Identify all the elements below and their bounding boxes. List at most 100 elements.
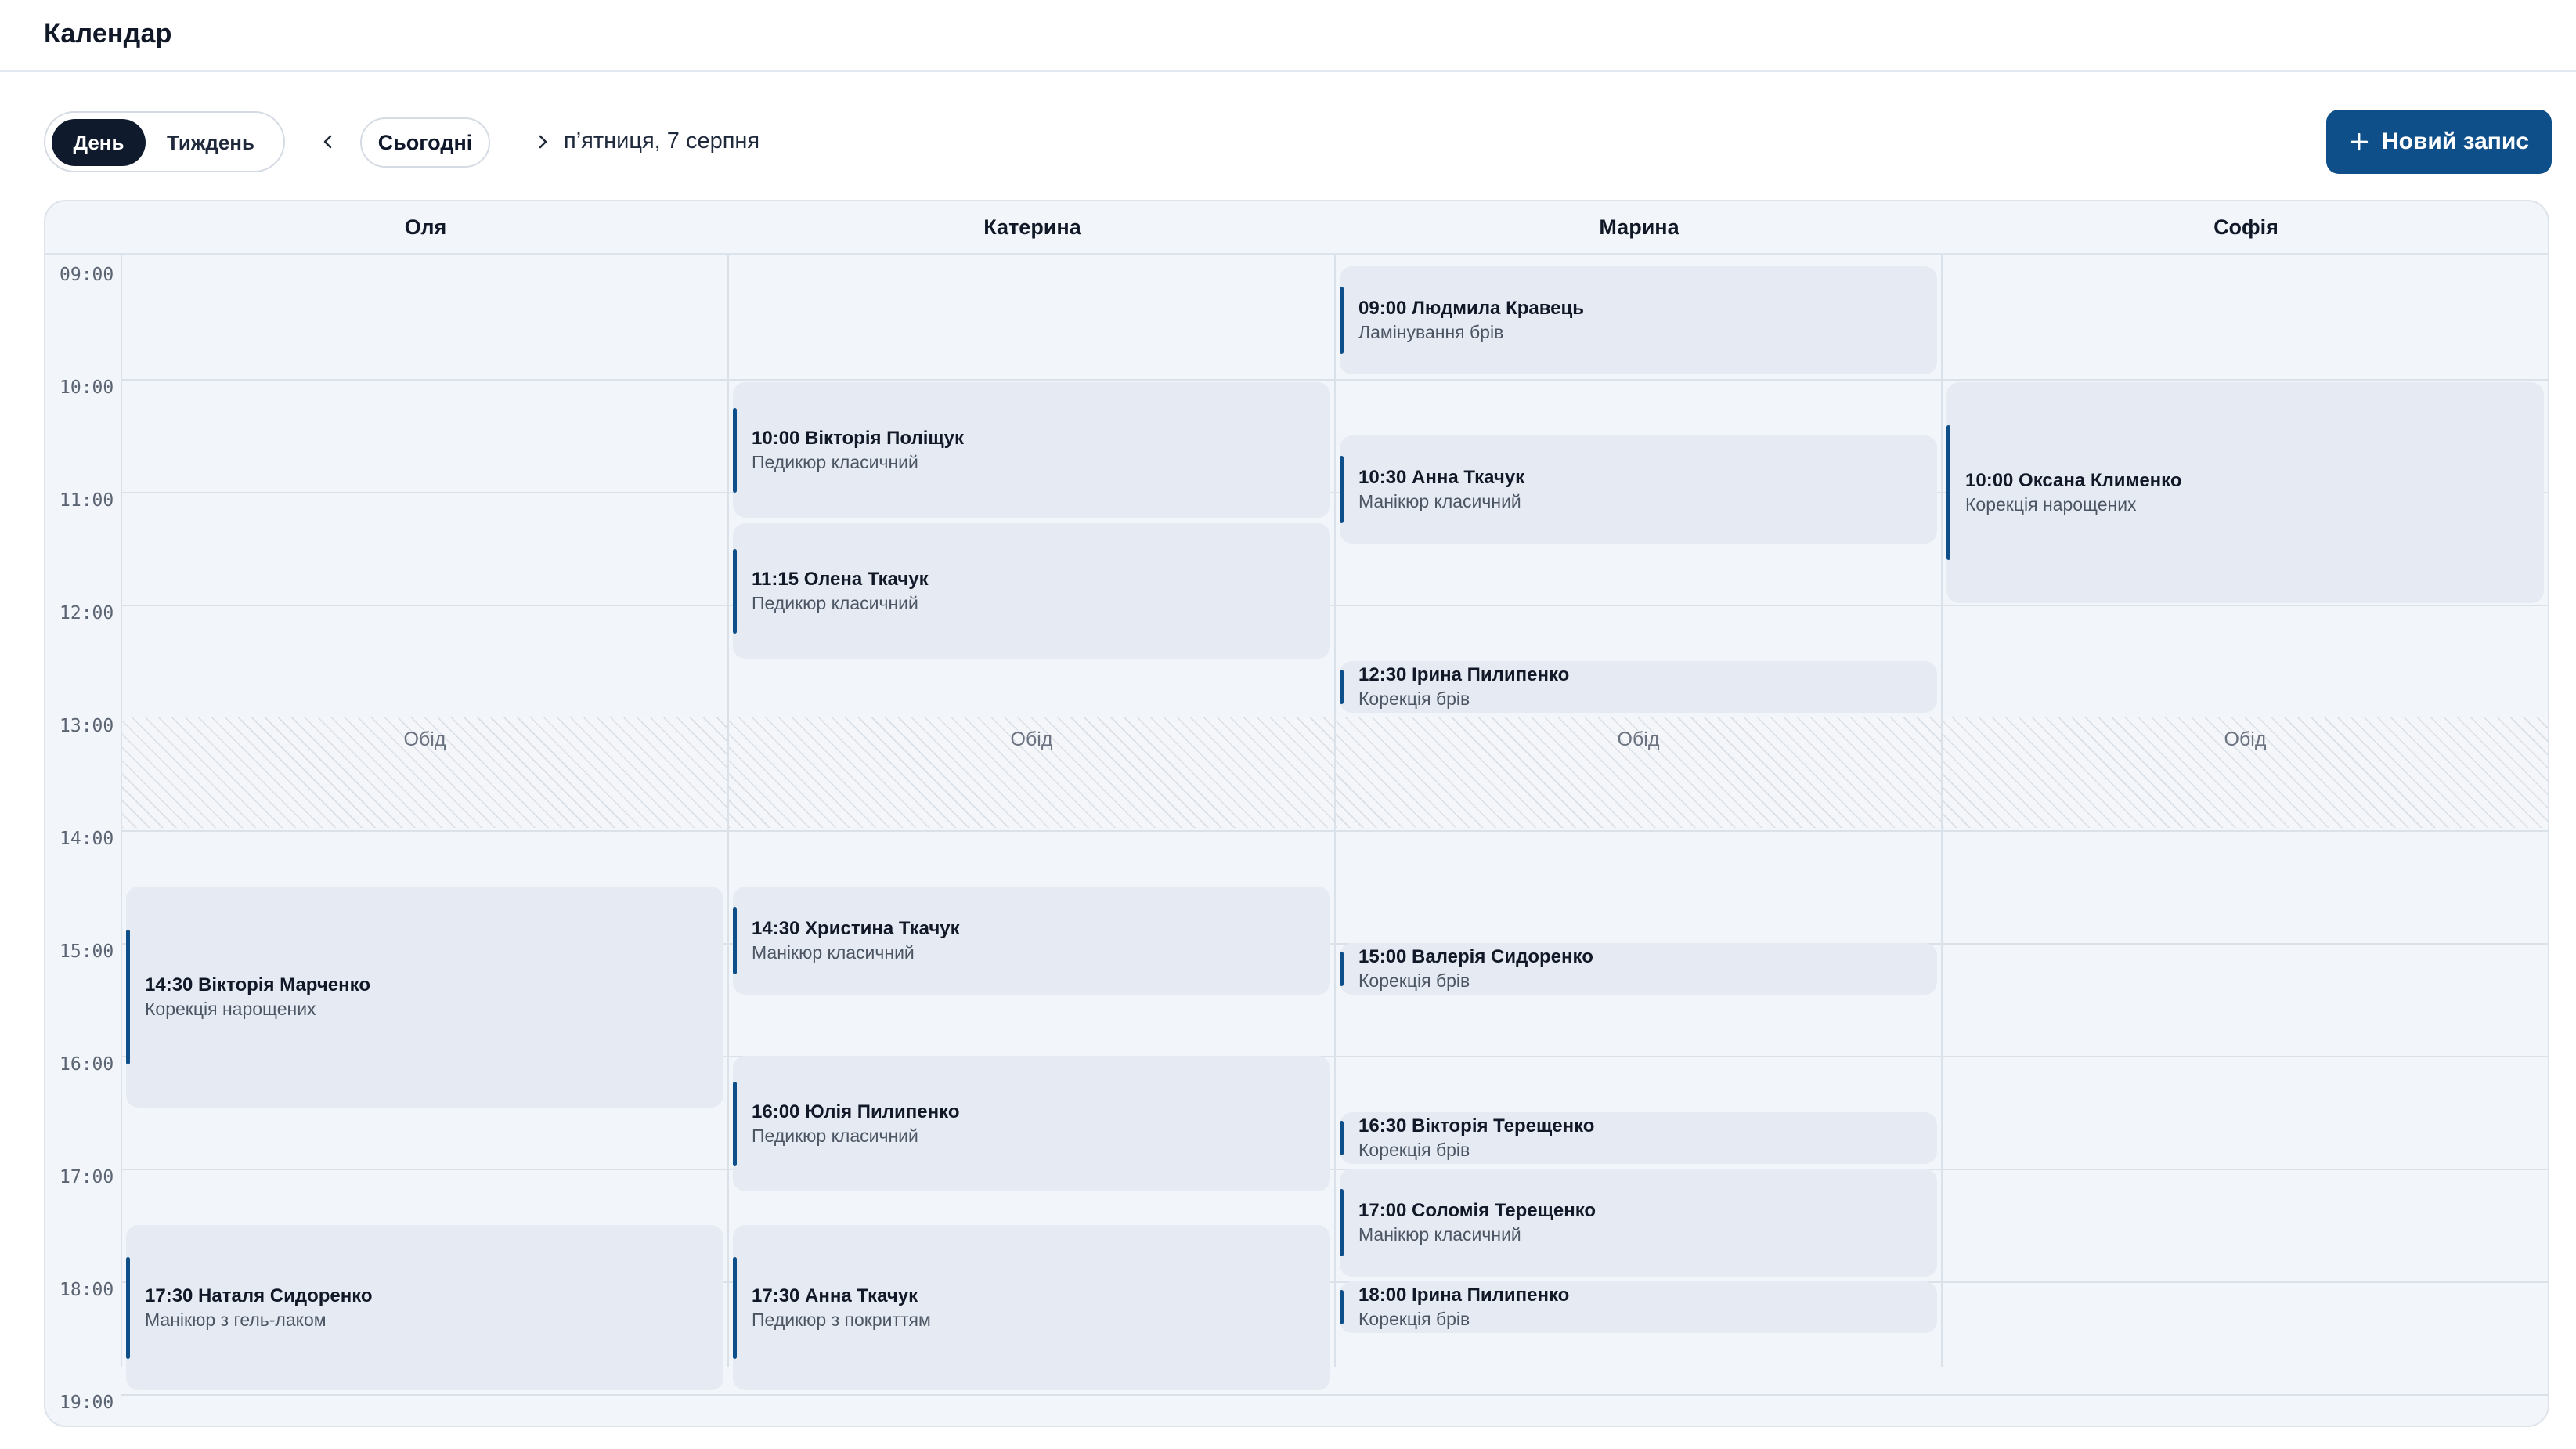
- appointment-service: Корекція брів: [1358, 1309, 1470, 1329]
- appointment-card[interactable]: 10:30 Анна Ткачук Манікюр класичний: [1340, 435, 1937, 544]
- lunch-label: Обід: [1010, 728, 1053, 750]
- event-accent-bar: [1340, 456, 1344, 523]
- plus-icon: [2350, 132, 2369, 151]
- appointment-service: Манікюр з гель-лаком: [145, 1309, 327, 1330]
- event-accent-bar: [1340, 670, 1344, 704]
- event-accent-bar: [733, 1256, 737, 1359]
- appointment-service: Манікюр класичний: [1358, 491, 1521, 511]
- appointment-title: 11:15 Олена Ткачук: [752, 568, 929, 590]
- event-accent-bar: [1340, 1290, 1344, 1324]
- appointment-title: 14:30 Вікторія Марченко: [145, 974, 370, 996]
- event-accent-bar: [733, 1081, 737, 1166]
- hour-label: 18:00: [60, 1280, 114, 1300]
- day-view-button[interactable]: День: [52, 119, 146, 166]
- appointment-title: 10:00 Оксана Клименко: [1965, 470, 2182, 491]
- lunch-label: Обід: [403, 728, 446, 750]
- appointment-service: Манікюр класичний: [1358, 1224, 1521, 1245]
- current-date: п’ятниця, 7 серпня: [564, 128, 760, 154]
- event-accent-bar: [1340, 952, 1344, 986]
- appointment-card[interactable]: 15:00 Валерія Сидоренко Корекція брів: [1340, 943, 1937, 995]
- appointment-title: 10:30 Анна Ткачук: [1358, 467, 1525, 488]
- hour-label: 13:00: [60, 716, 114, 736]
- appointment-title: 17:30 Анна Ткачук: [752, 1285, 918, 1306]
- lunch-break-maryna: Обід: [1336, 717, 1941, 828]
- event-accent-bar: [1340, 1121, 1344, 1155]
- week-view-button[interactable]: Тиждень: [152, 119, 269, 166]
- hour-label: 11:00: [60, 490, 114, 511]
- staff-header-row: Оля Катерина Марина Софія: [45, 201, 2548, 255]
- appointment-title: 17:30 Наталя Сидоренко: [145, 1285, 373, 1306]
- hour-label: 16:00: [60, 1054, 114, 1075]
- calendar-toolbar: День Тиждень Сьогодні п’ятниця, 7 серпня…: [44, 110, 2552, 174]
- view-switcher: День Тиждень: [44, 111, 285, 172]
- hour-label: 10:00: [60, 378, 114, 398]
- page-title: Календар: [44, 19, 172, 49]
- top-bar: Календар: [0, 0, 2576, 72]
- appointment-service: Корекція брів: [1358, 688, 1470, 709]
- event-accent-bar: [733, 548, 737, 634]
- time-grid: 09:00 10:00 11:00 12:00 13:00 14:00 15:0…: [45, 255, 2548, 1426]
- lunch-break-olya: Обід: [122, 717, 727, 828]
- appointment-card[interactable]: 10:00 Вікторія Поліщук Педикюр класичний: [733, 382, 1330, 518]
- event-accent-bar: [1340, 287, 1344, 354]
- appointment-card[interactable]: 18:00 Ірина Пилипенко Корекція брів: [1340, 1281, 1937, 1333]
- appointment-title: 09:00 Людмила Кравець: [1358, 298, 1585, 319]
- hour-label: 12:00: [60, 603, 114, 623]
- hour-label: 14:00: [60, 829, 114, 849]
- lunch-break-kateryna: Обід: [729, 717, 1334, 828]
- appointment-service: Корекція нарощених: [1965, 494, 2137, 515]
- appointment-title: 10:00 Вікторія Поліщук: [752, 427, 964, 449]
- appointment-title: 17:00 Соломія Терещенко: [1358, 1200, 1596, 1221]
- appointment-card[interactable]: 17:30 Анна Ткачук Педикюр з покриттям: [733, 1225, 1330, 1390]
- appointment-card[interactable]: 16:00 Юлія Пилипенко Педикюр класичний: [733, 1056, 1330, 1191]
- hour-label: 09:00: [60, 265, 114, 285]
- today-button[interactable]: Сьогодні: [360, 117, 490, 168]
- event-accent-bar: [1946, 425, 1950, 560]
- appointment-title: 15:00 Валерія Сидоренко: [1358, 946, 1593, 967]
- appointment-card[interactable]: 17:00 Соломія Терещенко Манікюр класичний: [1340, 1169, 1937, 1277]
- appointment-card[interactable]: 09:00 Людмила Кравець Ламінування брів: [1340, 266, 1937, 374]
- event-accent-bar: [126, 930, 130, 1064]
- hour-label: 19:00: [60, 1393, 114, 1413]
- lunch-break-sofia: Обід: [1943, 717, 2548, 828]
- previous-day-button[interactable]: [307, 121, 349, 163]
- appointment-service: Педикюр з покриттям: [752, 1309, 931, 1330]
- event-accent-bar: [126, 1256, 130, 1359]
- appointment-service: Педикюр класичний: [752, 592, 918, 613]
- event-accent-bar: [733, 407, 737, 493]
- new-entry-label: Новий запис: [2381, 128, 2530, 154]
- appointment-card[interactable]: 10:00 Оксана Клименко Корекція нарощених: [1946, 382, 2544, 603]
- appointment-title: 12:30 Ірина Пилипенко: [1358, 664, 1570, 685]
- chevron-left-icon: [323, 135, 332, 149]
- appointment-card[interactable]: 16:30 Вікторія Терещенко Корекція брів: [1340, 1112, 1937, 1164]
- lunch-label: Обід: [2224, 728, 2267, 750]
- new-entry-button[interactable]: Новий запис: [2326, 110, 2552, 174]
- appointment-title: 16:00 Юлія Пилипенко: [752, 1100, 960, 1122]
- staff-header-maryna: Марина: [1599, 215, 1679, 239]
- event-accent-bar: [1340, 1189, 1344, 1256]
- appointment-card[interactable]: 14:30 Вікторія Марченко Корекція нарощени…: [126, 887, 723, 1108]
- appointment-title: 14:30 Христина Ткачук: [752, 918, 960, 939]
- appointment-card[interactable]: 14:30 Христина Ткачук Манікюр класичний: [733, 887, 1330, 995]
- appointment-title: 16:30 Вікторія Терещенко: [1358, 1115, 1595, 1136]
- appointment-service: Манікюр класичний: [752, 942, 915, 963]
- appointment-service: Корекція брів: [1358, 970, 1470, 991]
- chevron-right-icon: [539, 135, 547, 149]
- hour-label: 15:00: [60, 941, 114, 962]
- lunch-label: Обід: [1617, 728, 1660, 750]
- appointment-service: Педикюр класичний: [752, 1125, 918, 1146]
- appointment-card[interactable]: 17:30 Наталя Сидоренко Манікюр з гель-лак…: [126, 1225, 723, 1390]
- appointment-card[interactable]: 12:30 Ірина Пилипенко Корекція брів: [1340, 661, 1937, 713]
- appointment-title: 18:00 Ірина Пилипенко: [1358, 1285, 1570, 1306]
- hour-line: [121, 1394, 2548, 1396]
- appointment-service: Корекція нарощених: [145, 999, 316, 1019]
- staff-header-olya: Оля: [404, 215, 447, 239]
- appointment-service: Педикюр класичний: [752, 451, 918, 472]
- hour-label: 17:00: [60, 1167, 114, 1187]
- staff-header-sofia: Софія: [2213, 215, 2278, 239]
- next-day-button[interactable]: [521, 121, 564, 163]
- event-accent-bar: [733, 907, 737, 974]
- staff-header-kateryna: Катерина: [983, 215, 1081, 239]
- appointment-card[interactable]: 11:15 Олена Ткачук Педикюр класичний: [733, 523, 1330, 659]
- appointment-service: Ламінування брів: [1358, 322, 1504, 342]
